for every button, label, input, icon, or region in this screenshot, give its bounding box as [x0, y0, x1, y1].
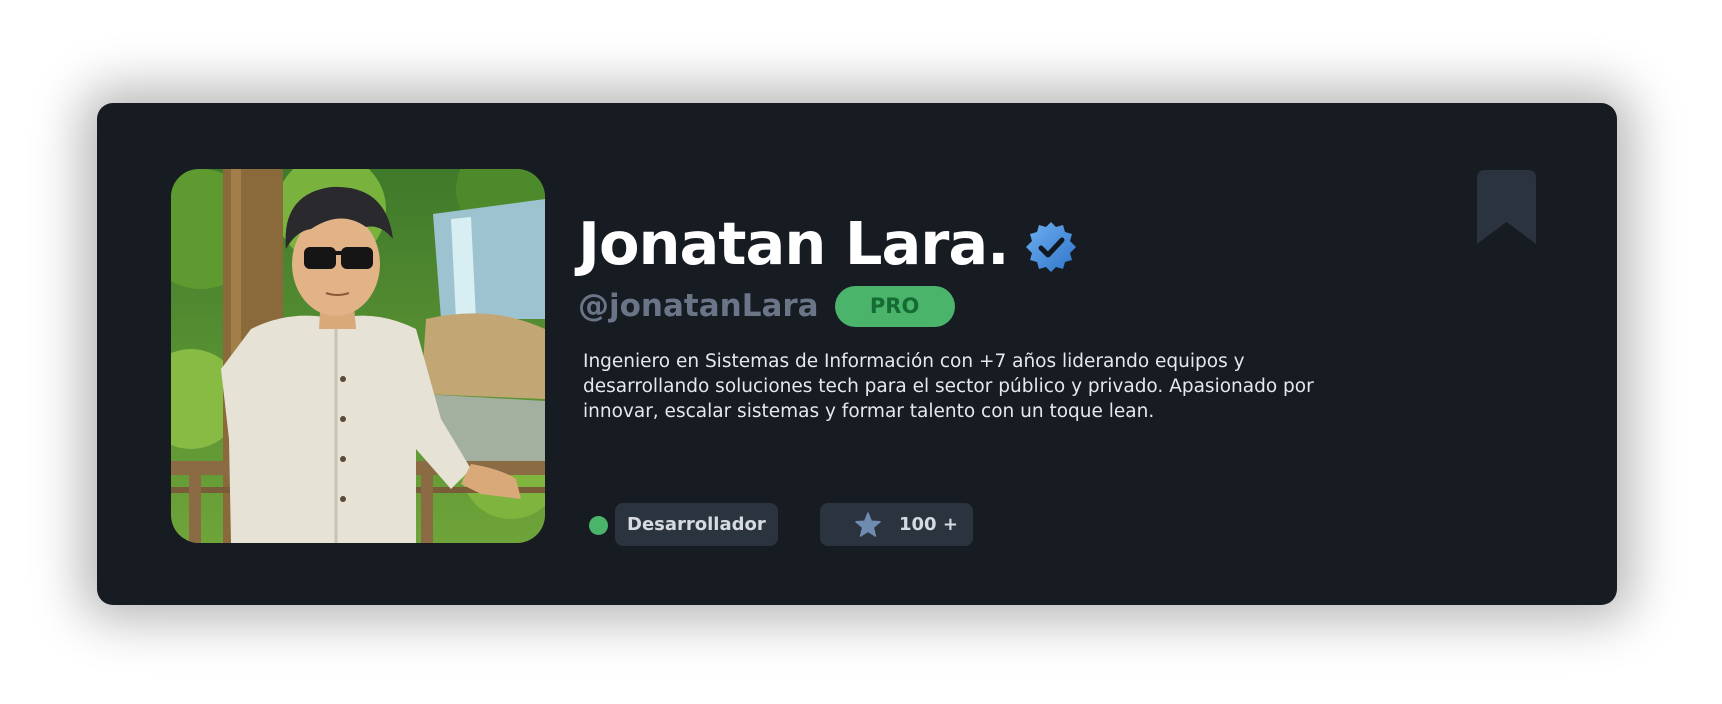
pro-badge: PRO — [834, 285, 955, 327]
profile-handle: @jonatanLara — [578, 288, 819, 324]
star-icon — [855, 511, 881, 537]
role-chip: Desarrollador — [615, 503, 778, 546]
stars-chip[interactable]: 100 + — [820, 503, 973, 546]
handle-row: @jonatanLara PRO — [578, 285, 955, 327]
name-row: Jonatan Lara. — [578, 211, 1077, 277]
verified-badge-icon — [1025, 222, 1076, 272]
stars-count: 100 + — [899, 514, 958, 535]
profile-bio: Ingeniero en Sistemas de Información con… — [583, 351, 1314, 422]
profile-card: Jonatan Lara. @jonatanLara PRO Ingeniero… — [97, 103, 1617, 605]
profile-name: Jonatan Lara. — [578, 209, 1010, 278]
status-dot — [589, 516, 608, 535]
avatar — [171, 169, 545, 543]
bookmark-icon[interactable] — [1477, 170, 1536, 244]
